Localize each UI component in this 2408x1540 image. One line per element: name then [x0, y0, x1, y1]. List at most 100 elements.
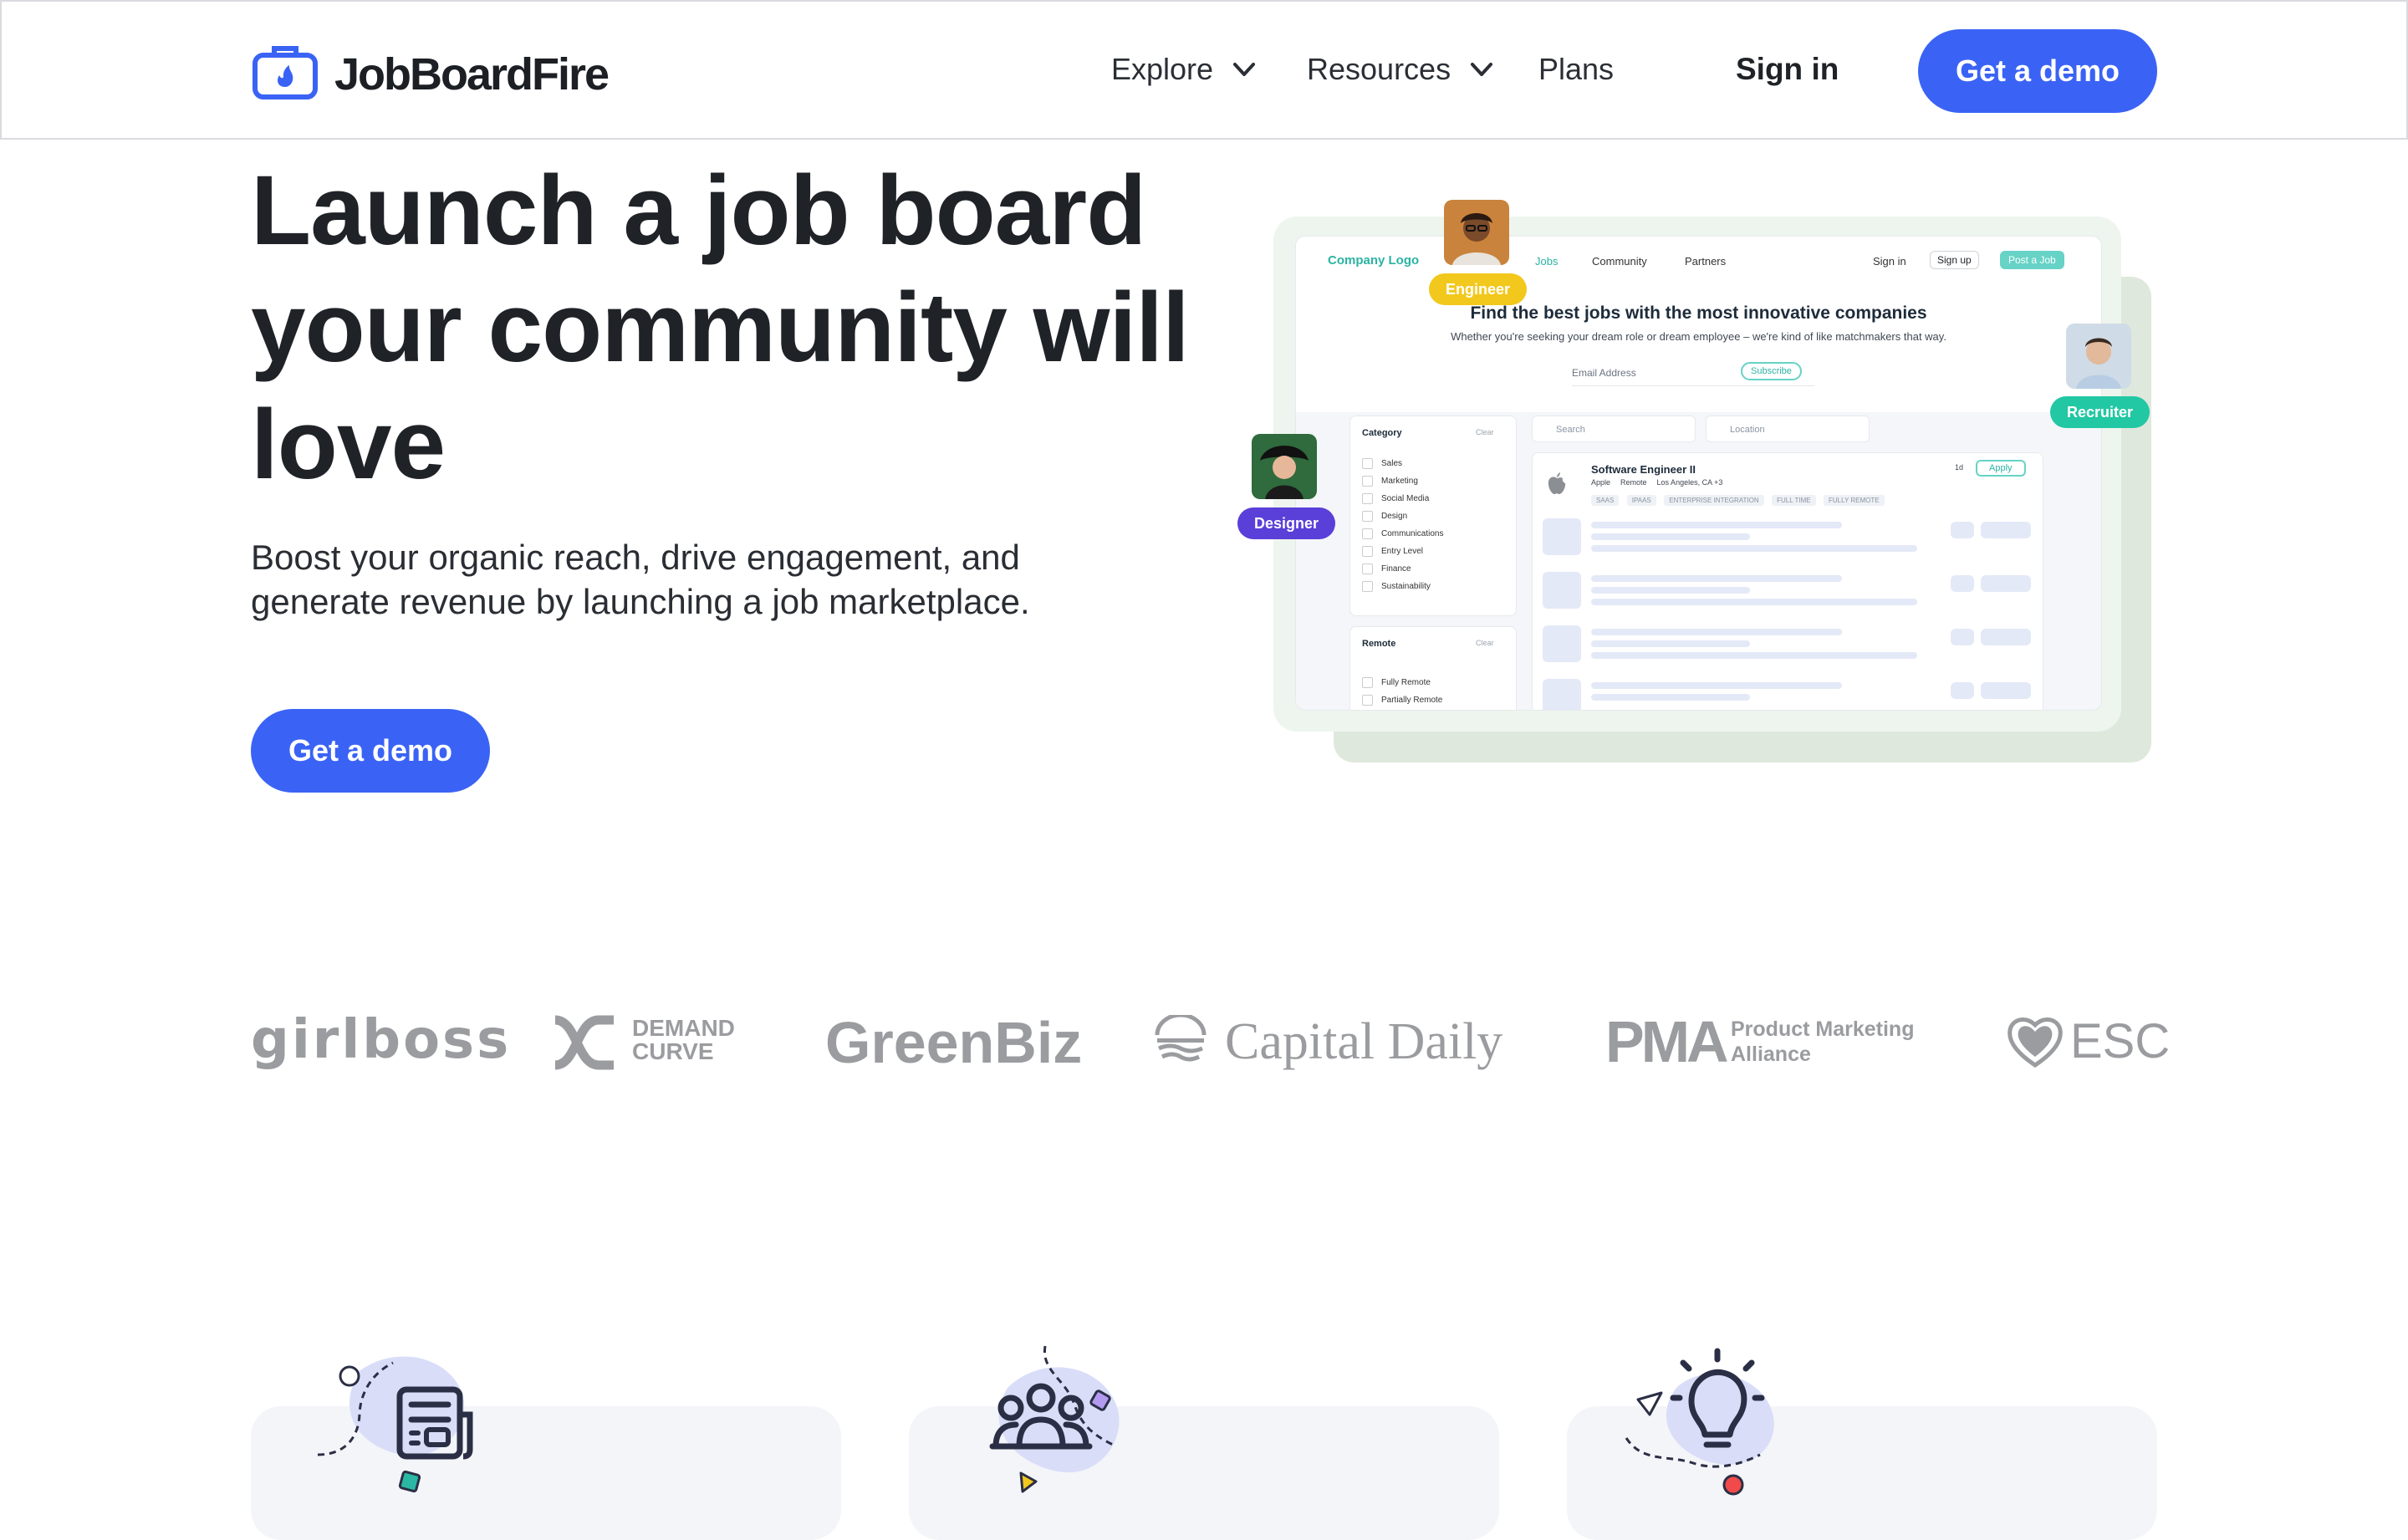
recruiter-avatar — [2066, 324, 2131, 389]
site-header: JobBoardFire Explore Resources Plans Sig… — [0, 0, 2408, 140]
placeholder-logo — [1543, 625, 1581, 662]
placeholder-logo — [1543, 518, 1581, 555]
preview-job-list: Software Engineer II Apple Remote Los An… — [1532, 452, 2043, 710]
placeholder-chip — [1951, 575, 1974, 592]
job-board-preview: Company Logo Jobs Community Partners Sig… — [1295, 236, 2102, 711]
capital-daily-logo-icon — [1155, 1015, 1207, 1062]
community-icon — [989, 1345, 1120, 1493]
preview-category-item: Finance — [1362, 563, 1411, 574]
hero-title-line: love — [251, 390, 446, 500]
nav-resources[interactable]: Resources — [1307, 48, 1496, 90]
preview-company-logo: Company Logo — [1328, 253, 1420, 268]
preview-job-mode: Remote — [1620, 478, 1647, 487]
logo-esc: ESC — [2070, 1014, 2171, 1068]
logo-wordmark[interactable]: JobBoardFire — [334, 45, 610, 104]
logo-pma-line2: Alliance — [1731, 1043, 1811, 1066]
logo-capital-daily: Capital Daily — [1225, 1013, 1503, 1070]
engineer-chip: Engineer — [1429, 273, 1528, 305]
hero-title-line: your community will — [251, 273, 1190, 383]
nav-plans[interactable]: Plans — [1538, 48, 1614, 90]
apple-logo-icon — [1548, 472, 1566, 495]
sign-in-link[interactable]: Sign in — [1736, 48, 1839, 90]
esc-heart-logo-icon — [2008, 1017, 2063, 1068]
preview-job-tag: ENTERPRISE INTEGRATION — [1664, 495, 1764, 506]
nav-resources-label: Resources — [1307, 52, 1451, 86]
lightbulb-icon — [1625, 1348, 1774, 1496]
logo-girlboss: girlboss — [251, 1009, 512, 1071]
preview-sign-up: Sign up — [1930, 251, 1979, 269]
chevron-down-icon — [1471, 63, 1493, 76]
placeholder-line — [1591, 599, 1917, 605]
preview-category-item: Social Media — [1362, 493, 1429, 504]
placeholder-line — [1591, 587, 1750, 594]
placeholder-line — [1591, 533, 1750, 540]
preview-category-title: Category — [1362, 428, 1402, 438]
hero-title: Launch a job board your community will l… — [251, 152, 1221, 503]
placeholder-chip — [1981, 575, 2031, 592]
newspaper-icon — [317, 1356, 473, 1493]
placeholder-chip — [1951, 682, 1974, 699]
placeholder-line — [1591, 694, 1750, 701]
preview-remote-item: Fully Remote — [1362, 677, 1431, 688]
preview-category-item: Design — [1362, 511, 1407, 522]
engineer-avatar — [1444, 200, 1509, 265]
preview-job-meta: Apple Remote Los Angeles, CA +3 — [1591, 478, 1722, 487]
preview-category-label: Design — [1381, 512, 1408, 521]
preview-category-item: Marketing — [1362, 476, 1418, 487]
preview-category-label: Marketing — [1381, 477, 1418, 486]
preview-category-item: Entry Level — [1362, 546, 1423, 557]
preview-category-item: Sales — [1362, 458, 1402, 469]
preview-headline: Find the best jobs with the most innovat… — [1470, 303, 1927, 323]
preview-job-tag: FULLY REMOTE — [1824, 495, 1885, 506]
preview-listing-area: Category Clear Sales Marketing Social Me… — [1296, 412, 2101, 710]
logo-greenbiz: GreenBiz — [825, 1010, 1083, 1075]
hero-subtitle-line: Boost your organic reach, drive engageme… — [251, 538, 1020, 577]
placeholder-chip — [1951, 629, 1974, 645]
designer-avatar — [1252, 434, 1317, 499]
briefcase-flame-logo-icon[interactable] — [253, 43, 318, 100]
placeholder-line — [1591, 629, 1842, 635]
placeholder-line — [1591, 682, 1842, 689]
preview-nav-community: Community — [1592, 255, 1647, 268]
chevron-down-icon — [1233, 63, 1256, 76]
placeholder-line — [1591, 640, 1750, 647]
preview-remote-title: Remote — [1362, 639, 1396, 649]
placeholder-chip — [1981, 522, 2031, 538]
placeholder-chip — [1981, 682, 2031, 699]
preview-location: Location — [1706, 416, 1870, 442]
nav-plans-label: Plans — [1538, 52, 1615, 86]
preview-category-item: Sustainability — [1362, 581, 1431, 592]
hero-title-line: Launch a job board — [251, 156, 1146, 266]
nav-explore[interactable]: Explore — [1111, 48, 1258, 90]
preview-category-label: Communications — [1381, 529, 1444, 538]
preview-category-filter: Category Clear Sales Marketing Social Me… — [1349, 416, 1517, 616]
preview-category-label: Finance — [1381, 564, 1411, 574]
preview-job-tags: SAAS IPAAS ENTERPRISE INTEGRATION FULL T… — [1591, 492, 1889, 507]
placeholder-line — [1591, 575, 1842, 582]
preview-remote-label: Fully Remote — [1381, 678, 1431, 687]
placeholder-logo — [1543, 679, 1581, 710]
get-demo-button-hero[interactable]: Get a demo — [251, 709, 490, 793]
get-demo-button-header[interactable]: Get a demo — [1918, 29, 2157, 113]
preview-job-location: Los Angeles, CA +3 — [1656, 478, 1723, 487]
preview-category-label: Sales — [1381, 459, 1403, 468]
preview-subscribe: Subscribe — [1741, 362, 1802, 380]
preview-category-label: Entry Level — [1381, 547, 1424, 556]
logo-pma: PMA — [1605, 1009, 1729, 1074]
placeholder-line — [1591, 652, 1917, 659]
preview-clear: Clear — [1476, 428, 1494, 436]
placeholder-chip — [1951, 522, 1974, 538]
preview-nav-partners: Partners — [1685, 255, 1727, 268]
preview-job-tag: SAAS — [1591, 495, 1620, 506]
preview-nav-jobs: Jobs — [1535, 255, 1559, 268]
hero-subtitle: Boost your organic reach, drive engageme… — [251, 535, 1171, 624]
placeholder-chip — [1981, 629, 2031, 645]
nav-explore-label: Explore — [1111, 52, 1214, 86]
logo-demand-curve-line2: CURVE — [632, 1038, 714, 1064]
recruiter-chip: Recruiter — [2050, 396, 2150, 428]
placeholder-line — [1591, 545, 1917, 552]
preview-job-title: Software Engineer II — [1591, 463, 1696, 476]
designer-chip: Designer — [1237, 507, 1336, 539]
hero-subtitle-line: generate revenue by launching a job mark… — [251, 582, 1030, 621]
placeholder-line — [1591, 522, 1842, 528]
